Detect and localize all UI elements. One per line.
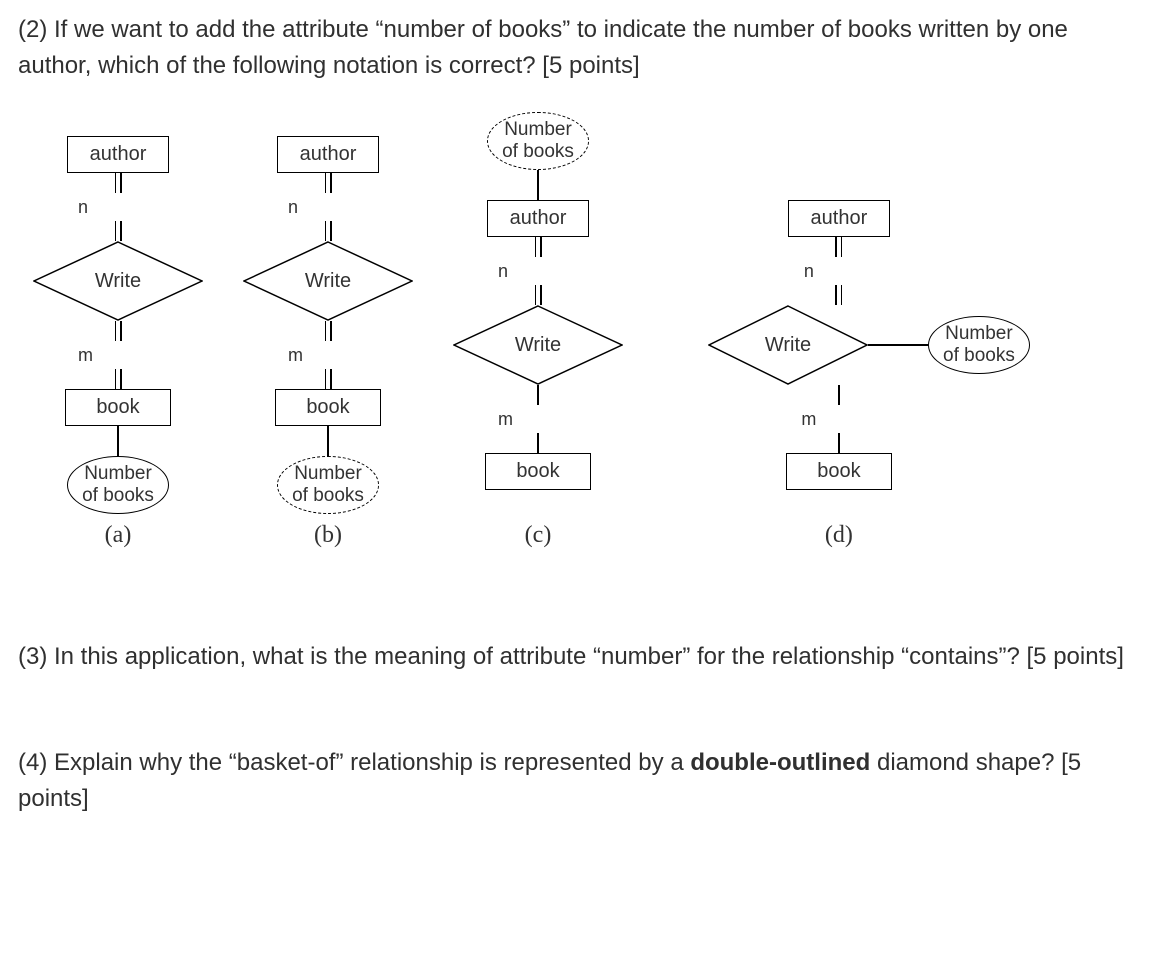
connector-line (838, 433, 840, 453)
double-line (325, 321, 332, 341)
derived-attribute-number-of-books: Number of books (277, 456, 379, 514)
option-d: author n Write Number of books m (648, 112, 1030, 549)
q4-prefix: (4) Explain why the “basket-of” relation… (18, 749, 690, 776)
cardinality-m: m (288, 345, 303, 365)
double-line (115, 369, 122, 389)
entity-author: author (277, 136, 380, 173)
double-line (835, 237, 842, 257)
cardinality-m: m (498, 409, 513, 429)
attr-line1: Number (294, 463, 362, 484)
attribute-number-of-books: Number of books (928, 316, 1030, 374)
relationship-label: Write (453, 305, 623, 385)
derived-attribute-number-of-books: Number of books (487, 112, 589, 170)
double-line (535, 237, 542, 257)
double-line (835, 285, 842, 305)
relationship-write: Write (243, 241, 413, 321)
attr-line1: Number (84, 463, 152, 484)
cardinality-m: m (78, 345, 93, 365)
cardinality-m: m (801, 409, 816, 429)
entity-author: author (788, 200, 891, 237)
double-line (115, 221, 122, 241)
option-label-c: (c) (525, 522, 552, 549)
connector-line (537, 385, 539, 405)
relationship-write: Write (708, 305, 868, 385)
attribute-number-of-books: Number of books (67, 456, 169, 514)
relationship-write: Write (33, 241, 203, 321)
option-label-d: (d) (825, 522, 853, 549)
relationship-label: Write (243, 241, 413, 321)
double-line (115, 173, 122, 193)
connector-line (327, 426, 329, 456)
relationship-label: Write (708, 305, 868, 385)
connector-line (537, 170, 539, 200)
attr-line2: of books (292, 485, 364, 506)
cardinality-n: n (804, 261, 814, 281)
attr-line2: of books (82, 485, 154, 506)
attr-line2: of books (943, 345, 1015, 366)
question-2-text: (2) If we want to add the attribute “num… (18, 12, 1136, 84)
attr-line1: Number (504, 119, 572, 140)
connector-line (838, 385, 840, 405)
double-line (325, 221, 332, 241)
option-label-b: (b) (314, 522, 342, 549)
entity-book: book (485, 453, 590, 490)
attr-line2: of books (502, 141, 574, 162)
option-label-a: (a) (105, 522, 132, 549)
cardinality-n: n (288, 197, 298, 217)
connector-line (868, 344, 928, 346)
entity-book: book (275, 389, 380, 426)
option-a: author n Write m book Number of books (a… (18, 136, 218, 549)
question-4-text: (4) Explain why the “basket-of” relation… (18, 745, 1136, 817)
entity-book: book (786, 453, 891, 490)
double-line (535, 285, 542, 305)
attr-line1: Number (945, 323, 1013, 344)
double-line (115, 321, 122, 341)
relationship-write: Write (453, 305, 623, 385)
question-3-text: (3) In this application, what is the mea… (18, 639, 1136, 675)
entity-author: author (487, 200, 590, 237)
cardinality-n: n (78, 197, 88, 217)
double-line (325, 369, 332, 389)
entity-book: book (65, 389, 170, 426)
cardinality-n: n (498, 261, 508, 281)
connector-line (537, 433, 539, 453)
diagram-options-row: author n Write m book Number of books (a… (18, 112, 1136, 549)
option-c: Number of books author n Write m book (c… (438, 112, 638, 549)
relationship-label: Write (33, 241, 203, 321)
option-b: author n Write m book Number of books (b… (228, 136, 428, 549)
entity-author: author (67, 136, 170, 173)
q4-bold: double-outlined (690, 749, 870, 776)
double-line (325, 173, 332, 193)
connector-line (117, 426, 119, 456)
